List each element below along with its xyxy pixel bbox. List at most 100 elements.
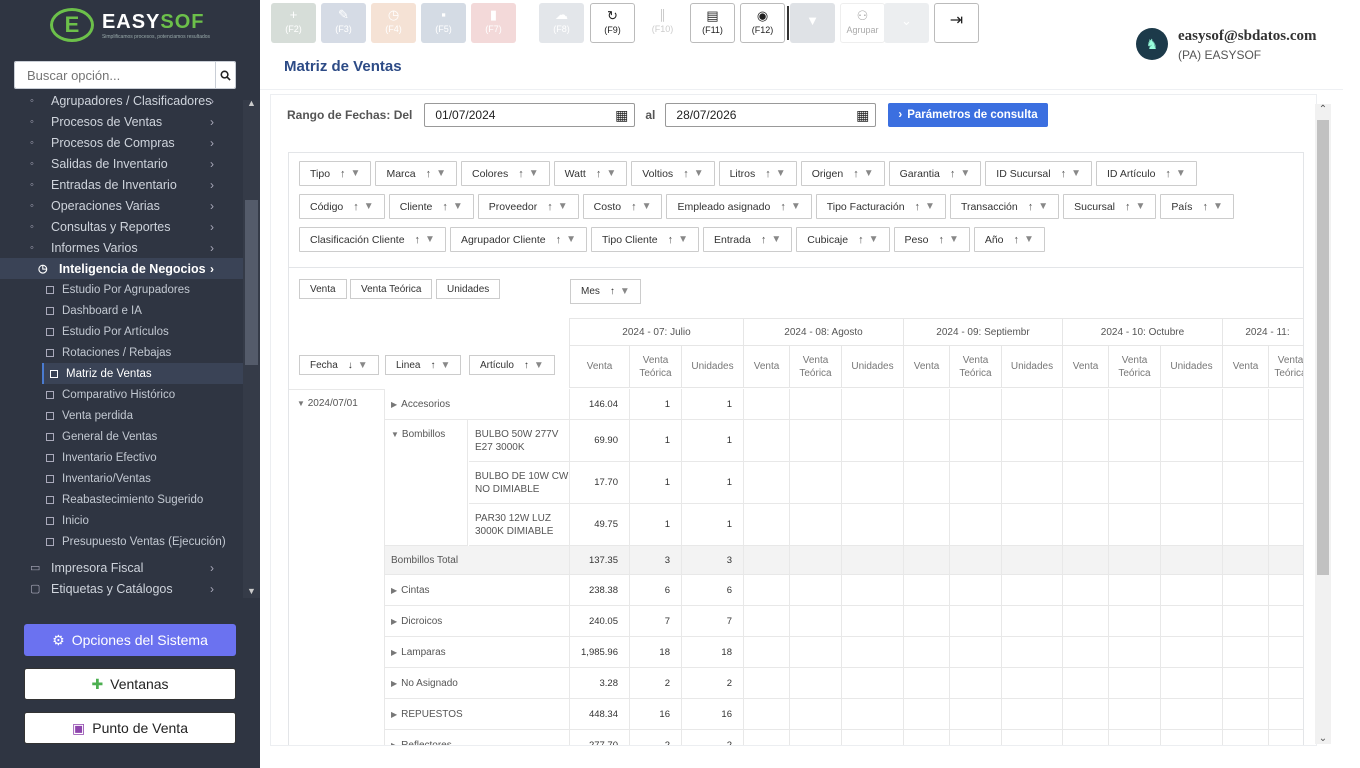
field-chip-transacci-n[interactable]: Transacción ↑ ▼ bbox=[949, 194, 1060, 219]
sort-icon[interactable]: ↑ bbox=[415, 234, 421, 246]
refresh-button[interactable]: ↻ (F9) bbox=[590, 3, 635, 43]
submenu-item-matriz-de-ventas[interactable]: Matriz de Ventas bbox=[42, 363, 243, 384]
filter-icon[interactable]: ▼ bbox=[791, 201, 801, 212]
sort-icon[interactable]: ↑ bbox=[353, 201, 359, 213]
sort-icon[interactable]: ↑ bbox=[610, 286, 615, 297]
sort-icon[interactable]: ↑ bbox=[524, 360, 529, 371]
sort-icon[interactable]: ↑ bbox=[518, 168, 524, 180]
sidebar-item-consultas-y-reportes[interactable]: ◦ Consultas y Reportes › bbox=[0, 216, 260, 237]
filter-icon[interactable]: ▼ bbox=[529, 168, 539, 179]
field-chip-watt[interactable]: Watt ↑ ▼ bbox=[553, 161, 628, 186]
filter-icon[interactable]: ▼ bbox=[1071, 168, 1081, 179]
expand-right-icon[interactable]: ▶ bbox=[391, 708, 397, 721]
sort-icon[interactable]: ↑ bbox=[853, 168, 859, 180]
sidebar-item-salidas-de-inventario[interactable]: ◦ Salidas de Inventario › bbox=[0, 153, 260, 174]
submenu-item-comparativo-hist-rico[interactable]: Comparativo Histórico bbox=[0, 384, 260, 405]
calendar-icon[interactable]: ▦ bbox=[615, 107, 628, 124]
filter-icon[interactable]: ▼ bbox=[1024, 234, 1034, 245]
sort-icon[interactable]: ↑ bbox=[556, 234, 562, 246]
filter-icon[interactable]: ▼ bbox=[864, 168, 874, 179]
point-of-sale-button[interactable]: ▣ Punto de Venta bbox=[24, 712, 236, 744]
edit-button[interactable]: ✎ (F3) bbox=[321, 3, 366, 43]
sort-icon[interactable]: ↑ bbox=[340, 168, 346, 180]
filter-icon[interactable]: ▼ bbox=[694, 168, 704, 179]
filter-icon[interactable]: ▼ bbox=[1038, 201, 1048, 212]
row-field-articulo[interactable]: Artículo ↑ ▼ bbox=[469, 355, 555, 375]
sidebar-item-informes-varios[interactable]: ◦ Informes Varios › bbox=[0, 237, 260, 258]
filter-icon[interactable]: ▼ bbox=[606, 168, 616, 179]
filter-icon[interactable]: ▼ bbox=[771, 234, 781, 245]
expand-down-icon[interactable]: ▼ bbox=[391, 430, 399, 439]
field-chip-voltios[interactable]: Voltios ↑ ▼ bbox=[631, 161, 715, 186]
sidebar-item-procesos-de-ventas[interactable]: ◦ Procesos de Ventas › bbox=[0, 111, 260, 132]
query-parameters-button[interactable]: › Parámetros de consulta bbox=[888, 103, 1048, 127]
submenu-item-inventario-efectivo[interactable]: Inventario Efectivo bbox=[0, 447, 260, 468]
row-field-fecha[interactable]: Fecha ↓ ▼ bbox=[299, 355, 379, 375]
row-field-linea[interactable]: Linea ↑ ▼ bbox=[385, 355, 462, 375]
clip-button[interactable]: ∥ (F10) bbox=[640, 3, 685, 43]
row-label[interactable]: Bombillos Total bbox=[385, 546, 569, 575]
sort-icon[interactable]: ↑ bbox=[1125, 201, 1131, 213]
field-chip-agrupador-cliente[interactable]: Agrupador Cliente ↑ ▼ bbox=[449, 227, 587, 252]
scroll-up-arrow[interactable]: ⌃ bbox=[1315, 104, 1331, 115]
sort-icon[interactable]: ↑ bbox=[547, 201, 553, 213]
sort-icon[interactable]: ↑ bbox=[426, 168, 432, 180]
row-label[interactable]: ▶ REPUESTOS bbox=[385, 699, 569, 730]
sort-icon[interactable]: ↑ bbox=[631, 201, 637, 213]
sort-icon[interactable]: ↑ bbox=[442, 201, 448, 213]
sidebar-item-procesos-de-compras[interactable]: ◦ Procesos de Compras › bbox=[0, 132, 260, 153]
filter-icon[interactable]: ▼ bbox=[642, 201, 652, 212]
delete-button[interactable]: ▮ (F7) bbox=[471, 3, 516, 43]
expand-right-icon[interactable]: ▶ bbox=[391, 398, 397, 411]
column-field-mes[interactable]: Mes ↑ ▼ bbox=[570, 279, 641, 304]
sidebar-item-operaciones-varias[interactable]: ◦ Operaciones Varias › bbox=[0, 195, 260, 216]
sort-icon[interactable]: ↑ bbox=[596, 168, 602, 180]
sort-icon[interactable]: ↑ bbox=[765, 168, 771, 180]
sort-icon[interactable]: ↑ bbox=[1028, 201, 1034, 213]
sort-icon[interactable]: ↑ bbox=[780, 201, 786, 213]
field-chip-colores[interactable]: Colores ↑ ▼ bbox=[461, 161, 550, 186]
filter-icon[interactable]: ▼ bbox=[440, 360, 450, 371]
filter-icon[interactable]: ▼ bbox=[925, 201, 935, 212]
new-button[interactable]: + (F2) bbox=[271, 3, 316, 43]
filter-icon[interactable]: ▼ bbox=[358, 360, 368, 371]
preview-button[interactable]: ◉ (F12) bbox=[740, 3, 785, 43]
expand-right-icon[interactable]: ▶ bbox=[391, 615, 397, 628]
field-chip-pa-s[interactable]: País ↑ ▼ bbox=[1160, 194, 1234, 219]
field-chip-origen[interactable]: Origen ↑ ▼ bbox=[800, 161, 885, 186]
field-chip-tipo[interactable]: Tipo ↑ ▼ bbox=[299, 161, 372, 186]
sort-icon[interactable]: ↑ bbox=[668, 234, 674, 246]
submenu-item-estudio-por-agrupadores[interactable]: Estudio Por Agrupadores bbox=[0, 279, 260, 300]
submenu-item-dashboard-e-ia[interactable]: Dashboard e IA bbox=[0, 300, 260, 321]
date-to-input[interactable]: 28/07/2026 ▦ bbox=[665, 103, 877, 127]
submenu-item-inicio[interactable]: Inicio bbox=[0, 510, 260, 531]
expand-right-icon[interactable]: ▶ bbox=[391, 739, 397, 746]
save-button[interactable]: ▪ (F5) bbox=[421, 3, 466, 43]
history-button[interactable]: ◷ (F4) bbox=[371, 3, 416, 43]
filter-icon[interactable]: ▼ bbox=[364, 201, 374, 212]
sort-icon[interactable]: ↑ bbox=[1014, 234, 1020, 246]
submenu-item-inventario-ventas[interactable]: Inventario/Ventas bbox=[0, 468, 260, 489]
search-button[interactable] bbox=[215, 62, 235, 88]
field-chip-cubicaje[interactable]: Cubicaje ↑ ▼ bbox=[796, 227, 890, 252]
filter-icon[interactable]: ▼ bbox=[1213, 201, 1223, 212]
row-label[interactable]: ▶ Reflectores bbox=[385, 730, 569, 746]
data-field-venta[interactable]: Venta bbox=[299, 279, 347, 299]
filter-icon[interactable]: ▼ bbox=[776, 168, 786, 179]
sidebar-item-inteligencia-de-negocios[interactable]: ◷ Inteligencia de Negocios › bbox=[0, 258, 260, 279]
calendar-icon[interactable]: ▦ bbox=[856, 107, 869, 124]
submenu-item-venta-perdida[interactable]: Venta perdida bbox=[0, 405, 260, 426]
filter-icon[interactable]: ▼ bbox=[566, 234, 576, 245]
field-chip-clasificaci-n-cliente[interactable]: Clasificación Cliente ↑ ▼ bbox=[299, 227, 446, 252]
scroll-down-arrow[interactable]: ⌄ bbox=[1315, 733, 1331, 744]
sort-icon[interactable]: ↑ bbox=[761, 234, 767, 246]
field-chip-proveedor[interactable]: Proveedor ↑ ▼ bbox=[477, 194, 579, 219]
expand-down-icon[interactable]: ▼ bbox=[297, 399, 305, 408]
filter-icon[interactable]: ▼ bbox=[678, 234, 688, 245]
field-chip-cliente[interactable]: Cliente ↑ ▼ bbox=[388, 194, 474, 219]
date-row-label[interactable]: ▼ 2024/07/01 bbox=[289, 389, 385, 745]
sort-icon[interactable]: ↑ bbox=[915, 201, 921, 213]
field-chip-marca[interactable]: Marca ↑ ▼ bbox=[375, 161, 458, 186]
field-chip-empleado-asignado[interactable]: Empleado asignado ↑ ▼ bbox=[666, 194, 812, 219]
expand-right-icon[interactable]: ▶ bbox=[391, 584, 397, 597]
